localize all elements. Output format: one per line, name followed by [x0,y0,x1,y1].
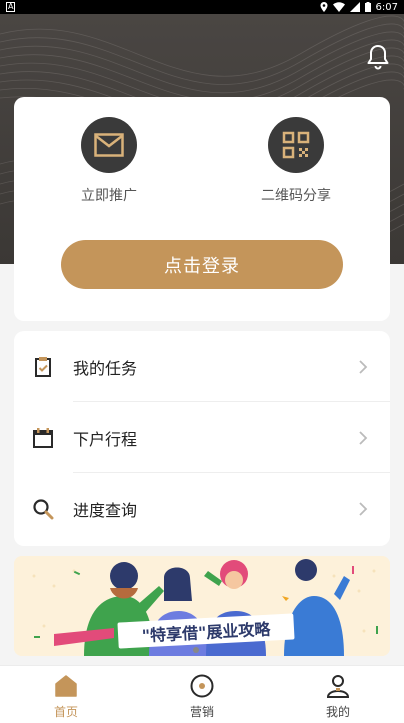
qrcode-icon [282,131,310,159]
promote-label: 立即推广 [81,188,137,204]
status-time: 6:07 [375,1,398,13]
status-right: 6:07 [320,2,398,13]
search-icon [33,498,54,519]
chevron-right-icon [359,430,368,445]
tab-label: 营销 [189,705,214,719]
bell-icon[interactable] [366,44,390,70]
calendar-icon [33,427,53,448]
promote-action[interactable]: 立即推广 [49,117,169,205]
home-icon [55,675,77,697]
battery-icon [364,2,371,12]
qrcode-action[interactable]: 二维码分享 [236,117,356,205]
location-icon [320,2,328,12]
status-left: A [6,2,16,12]
menu-item-visit-schedule[interactable]: 下户行程 [14,402,390,473]
tab-marketing[interactable]: 营销 [162,673,242,720]
tab-mine[interactable]: 我的 [298,673,378,720]
qrcode-label: 二维码分享 [261,188,331,204]
menu-card: 我的任务 下户行程 进度查询 [14,331,390,546]
promotion-card: 立即推广 二维码分享 点击登录 [14,97,390,321]
bottom-tabbar: 首页 营销 我的 [0,665,404,723]
qrcode-icon-circle[interactable] [268,117,324,173]
tab-label: 首页 [53,705,78,719]
chevron-right-icon [359,359,368,374]
login-button[interactable]: 点击登录 [61,240,343,289]
chevron-right-icon [359,501,368,516]
promote-icon-circle[interactable] [81,117,137,173]
menu-item-tasks[interactable]: 我的任务 [14,331,390,402]
signal-icon [349,2,360,12]
menu-item-label: 进度查询 [73,500,138,520]
status-badge: A [6,2,16,12]
compass-icon [190,674,214,698]
clipboard-check-icon [35,356,51,377]
menu-item-progress[interactable]: 进度查询 [14,473,390,544]
menu-item-label: 我的任务 [73,358,138,378]
menu-item-label: 下户行程 [73,429,138,449]
user-icon [326,675,350,698]
envelope-icon [94,133,124,157]
status-bar: A 6:07 [0,0,404,14]
promo-banner[interactable]: "特享借"展业攻略 [14,556,390,656]
tab-label: 我的 [325,705,350,719]
tab-home[interactable]: 首页 [26,673,106,720]
wifi-icon [332,2,345,12]
